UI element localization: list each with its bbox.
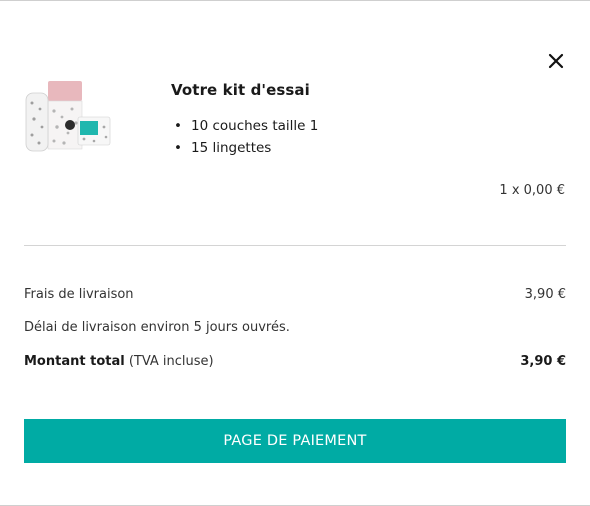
shipping-label: Frais de livraison bbox=[24, 287, 134, 302]
product-title: Votre kit d'essai bbox=[171, 81, 310, 99]
total-value: 3,90 € bbox=[520, 354, 566, 369]
payment-page-button[interactable]: PAGE DE PAIEMENT bbox=[24, 419, 566, 463]
list-item: 15 lingettes bbox=[171, 137, 318, 159]
total-row: Montant total (TVA incluse) 3,90 € bbox=[24, 354, 566, 369]
shipping-value: 3,90 € bbox=[524, 287, 566, 302]
product-image bbox=[24, 77, 124, 157]
total-label: Montant total bbox=[24, 354, 125, 369]
total-tax-note: (TVA incluse) bbox=[124, 354, 214, 369]
product-contents-list: 10 couches taille 1 15 lingettes bbox=[171, 115, 318, 159]
close-icon[interactable] bbox=[546, 51, 566, 71]
shipping-row: Frais de livraison 3,90 € bbox=[24, 287, 566, 302]
unit-price: 1 x 0,00 € bbox=[499, 183, 565, 198]
list-item: 10 couches taille 1 bbox=[171, 115, 318, 137]
divider bbox=[24, 245, 566, 246]
delivery-note: Délai de livraison environ 5 jours ouvré… bbox=[24, 320, 290, 335]
cart-panel: Votre kit d'essai 10 couches taille 1 15… bbox=[0, 0, 590, 506]
delivery-note-row: Délai de livraison environ 5 jours ouvré… bbox=[24, 320, 566, 335]
